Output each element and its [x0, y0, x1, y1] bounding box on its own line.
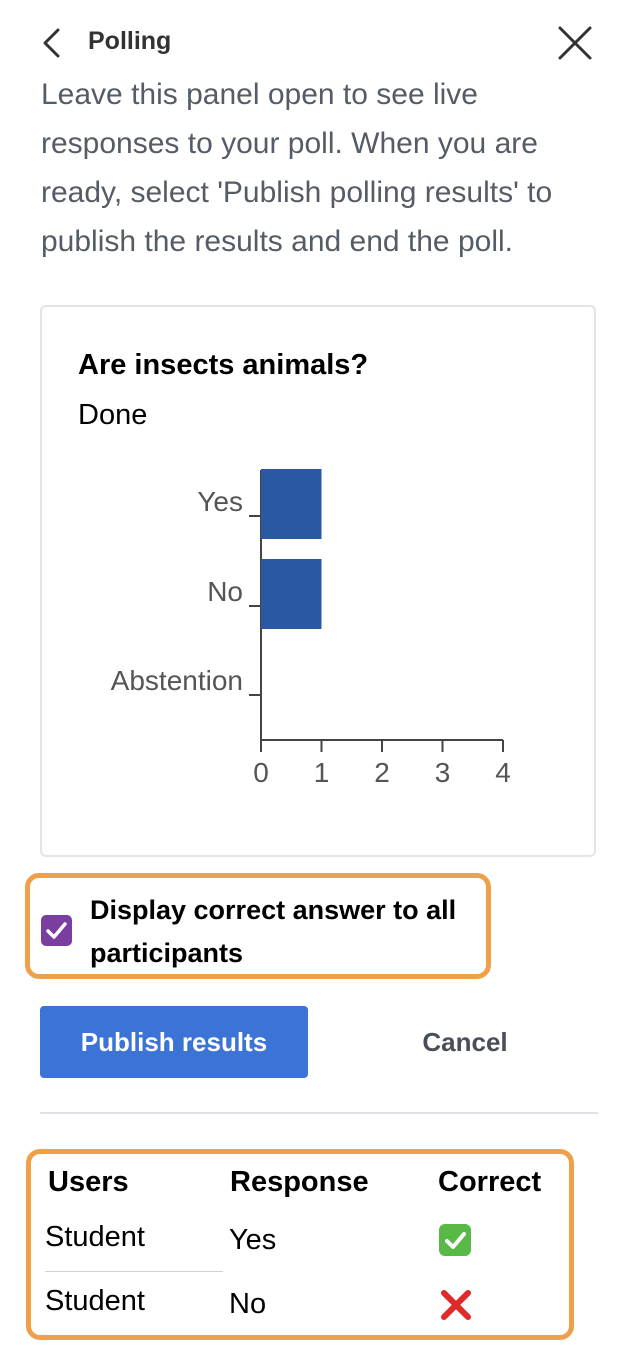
column-header-response: Response — [230, 1166, 369, 1198]
instructions-text: Leave this panel open to see live respon… — [41, 78, 553, 258]
x-tick-label: 0 — [253, 757, 269, 788]
back-chevron-icon[interactable] — [36, 22, 70, 64]
x-tick-label: 1 — [314, 757, 330, 788]
row-1-response: Yes — [229, 1224, 277, 1256]
close-icon[interactable] — [554, 22, 596, 64]
display-correct-checkbox[interactable] — [41, 915, 72, 946]
bar-no — [261, 559, 322, 629]
display-correct-label: Display correct answer to all participan… — [90, 895, 457, 968]
publish-results-button[interactable]: Publish results — [40, 1006, 308, 1078]
row-1-user: Student — [45, 1221, 145, 1253]
row-2-response: No — [229, 1288, 267, 1320]
row-separator — [45, 1271, 223, 1272]
results-bar-chart: Yes No Abstention 0 1 2 3 4 — [111, 469, 511, 788]
x-tick-label: 2 — [374, 757, 390, 788]
cancel-button[interactable]: Cancel — [380, 1006, 550, 1078]
y-tick-label: Abstention — [111, 665, 243, 696]
poll-results-card: Are insects animals? Done Yes No Abstentio… — [40, 305, 596, 857]
correct-check-icon — [439, 1224, 471, 1256]
panel-title: Polling — [88, 27, 172, 55]
bar-yes — [261, 469, 322, 539]
responses-table: Users Response Correct Student Yes Stude… — [26, 1149, 574, 1340]
divider — [40, 1112, 598, 1114]
y-tick-label: Yes — [197, 486, 243, 517]
column-header-correct: Correct — [438, 1166, 542, 1198]
column-header-users: Users — [48, 1166, 129, 1198]
y-tick-label: No — [207, 576, 243, 607]
incorrect-cross-icon — [441, 1290, 471, 1320]
checkmark-icon — [46, 922, 67, 939]
row-2-user: Student — [45, 1285, 145, 1317]
x-tick-label: 3 — [435, 757, 451, 788]
x-tick-label: 4 — [495, 757, 511, 788]
display-correct-answer-option: Display correct answer to all participan… — [25, 873, 491, 979]
